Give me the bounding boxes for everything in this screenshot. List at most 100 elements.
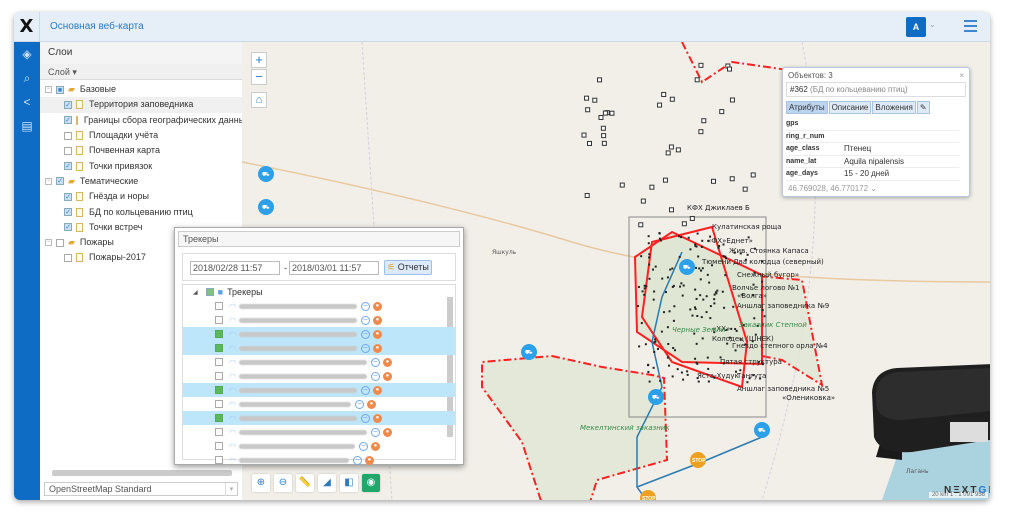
collapse-icon[interactable]: − xyxy=(45,239,52,247)
tracker-row[interactable]: ◠ − ● xyxy=(183,439,455,453)
layer-item[interactable]: ✓ Гнёзда и норы xyxy=(40,189,242,204)
layer-checkbox[interactable]: ✓ xyxy=(64,116,72,125)
locate-pin-icon[interactable]: ● xyxy=(370,441,380,451)
layer-group[interactable]: − ✓ ▰ Тематические xyxy=(40,174,242,189)
layer-item[interactable]: ✓ Точки привязок xyxy=(40,158,242,173)
share-icon[interactable]: < xyxy=(14,90,40,114)
coordinates[interactable]: 46.769028, 46.770172 ⌄ xyxy=(788,184,877,193)
tracker-checkbox[interactable] xyxy=(215,358,223,366)
hide-track-icon[interactable]: − xyxy=(360,385,370,395)
locate-pin-icon[interactable]: ● xyxy=(372,301,382,311)
tracker-row[interactable]: ◠ − ● xyxy=(183,369,455,383)
tracker-row[interactable]: ◠ − ● xyxy=(183,341,455,355)
tracker-row[interactable]: ◠ − ● xyxy=(183,383,455,397)
tracker-checkbox[interactable] xyxy=(215,302,223,310)
tracker-checkbox[interactable] xyxy=(215,386,223,394)
tracker-row[interactable]: ◠ − ● xyxy=(183,453,455,467)
layer-checkbox[interactable]: ✓ xyxy=(64,223,72,232)
layer-checkbox[interactable] xyxy=(64,146,72,155)
tracker-checkbox[interactable] xyxy=(215,330,223,338)
collapse-icon[interactable]: − xyxy=(45,177,52,185)
locate-pin-icon[interactable]: ● xyxy=(372,413,382,423)
collapse-icon[interactable]: − xyxy=(45,86,52,94)
tracker-row[interactable]: ◠ − ● xyxy=(183,411,455,425)
layer-checkbox[interactable]: ✓ xyxy=(64,208,72,217)
layers-icon[interactable]: ◈ xyxy=(14,42,40,66)
layer-checkbox[interactable]: ✓ xyxy=(64,192,72,201)
tracker-checkbox[interactable] xyxy=(215,344,223,352)
tracker-checkbox[interactable] xyxy=(215,414,223,422)
swipe-icon[interactable]: ◧ xyxy=(340,474,358,492)
hide-track-icon[interactable]: − xyxy=(360,343,370,353)
layer-item[interactable]: ✓ Границы сбора географических данных xyxy=(40,113,250,128)
tracker-checkbox[interactable] xyxy=(215,442,223,450)
hide-track-icon[interactable]: − xyxy=(360,329,370,339)
locate-pin-icon[interactable]: ● xyxy=(382,371,392,381)
tracker-icon[interactable]: ◉ xyxy=(362,474,380,492)
layer-item[interactable]: ✓ Территория заповедника xyxy=(40,97,242,113)
layer-checkbox[interactable]: ✓ xyxy=(64,100,72,109)
zoom-out-button[interactable]: − xyxy=(251,69,267,85)
chevron-down-icon[interactable]: ⌄ xyxy=(929,20,936,29)
hide-track-icon[interactable]: − xyxy=(358,441,368,451)
zoom-in-button[interactable]: + xyxy=(251,52,267,68)
tab-1[interactable]: Описание xyxy=(828,101,872,114)
menu-icon[interactable] xyxy=(964,20,977,35)
tracker-checkbox[interactable] xyxy=(215,428,223,436)
locate-pin-icon[interactable]: ● xyxy=(382,427,392,437)
hide-track-icon[interactable]: − xyxy=(360,413,370,423)
collapse-icon[interactable]: ◢ xyxy=(193,289,198,296)
basemap-select[interactable]: OpenStreetMap Standard ▾ xyxy=(44,482,238,496)
tracker-checkbox[interactable] xyxy=(215,456,223,464)
layer-item[interactable]: Площадки учёта xyxy=(40,128,242,143)
locate-pin-icon[interactable]: ● xyxy=(382,357,392,367)
close-icon[interactable]: × xyxy=(959,71,964,80)
layer-column-header[interactable]: Слой ▾ xyxy=(40,64,242,80)
locate-pin-icon[interactable]: ● xyxy=(372,343,382,353)
hide-track-icon[interactable]: − xyxy=(354,399,364,409)
layer-checkbox[interactable] xyxy=(64,131,72,140)
tracker-row[interactable]: ◠ − ● xyxy=(183,299,455,313)
tracker-row[interactable]: ◠ − ● xyxy=(183,313,455,327)
ruler-icon[interactable]: 📏 xyxy=(296,474,314,492)
layer-checkbox[interactable]: ✓ xyxy=(64,162,72,171)
hide-track-icon[interactable]: − xyxy=(370,357,380,367)
date-from-input[interactable]: 2018/02/28 11:57 xyxy=(190,261,280,275)
layer-item[interactable]: ✓ БД по кольцеванию птиц xyxy=(40,204,242,219)
tracker-row[interactable]: ◠ − ● xyxy=(183,425,455,439)
tracker-checkbox[interactable] xyxy=(215,400,223,408)
tracker-row[interactable]: ◠ − ● xyxy=(183,397,455,411)
layer-item[interactable]: Почвенная карта xyxy=(40,143,242,158)
tracker-row[interactable]: ◠ − ● xyxy=(183,355,455,369)
tracker-row[interactable]: ◠ − ● xyxy=(183,327,455,341)
trackers-root[interactable]: ◢ ■ Трекеры xyxy=(183,285,455,299)
date-to-input[interactable]: 2018/03/01 11:57 xyxy=(289,261,379,275)
avatar[interactable]: A xyxy=(906,17,926,37)
layer-checkbox[interactable]: ■ xyxy=(56,85,64,94)
zoom-in-icon[interactable]: ⊕ xyxy=(252,474,270,492)
search-icon[interactable]: ⌕ xyxy=(14,66,40,90)
horizontal-scrollbar[interactable] xyxy=(52,470,232,476)
layer-checkbox[interactable]: ✓ xyxy=(56,177,64,186)
hide-track-icon[interactable]: − xyxy=(360,301,370,311)
root-checkbox[interactable] xyxy=(205,288,214,296)
tab-2[interactable]: Вложения xyxy=(872,101,916,114)
reports-button[interactable]: ⚟ Отчеты xyxy=(384,260,432,275)
tab-0[interactable]: Атрибуты xyxy=(786,101,828,114)
locate-pin-icon[interactable]: ● xyxy=(366,399,376,409)
hide-track-icon[interactable]: − xyxy=(370,427,380,437)
locate-pin-icon[interactable]: ● xyxy=(364,455,374,465)
hide-track-icon[interactable]: − xyxy=(352,455,362,465)
tracker-checkbox[interactable] xyxy=(215,372,223,380)
locate-pin-icon[interactable]: ● xyxy=(372,385,382,395)
zoom-out-icon[interactable]: ⊖ xyxy=(274,474,292,492)
hide-track-icon[interactable]: − xyxy=(370,371,380,381)
nextgis-logo[interactable]: X xyxy=(14,12,40,42)
feature-select[interactable]: #362 (БД по кольцеванию птиц) xyxy=(786,82,966,97)
layer-group[interactable]: − ■ ▰ Базовые xyxy=(40,82,242,97)
area-measure-icon[interactable]: ◢ xyxy=(318,474,336,492)
home-button[interactable]: ⌂ xyxy=(251,92,267,108)
locate-pin-icon[interactable]: ● xyxy=(372,329,382,339)
layer-checkbox[interactable] xyxy=(64,253,72,262)
locate-pin-icon[interactable]: ● xyxy=(372,315,382,325)
